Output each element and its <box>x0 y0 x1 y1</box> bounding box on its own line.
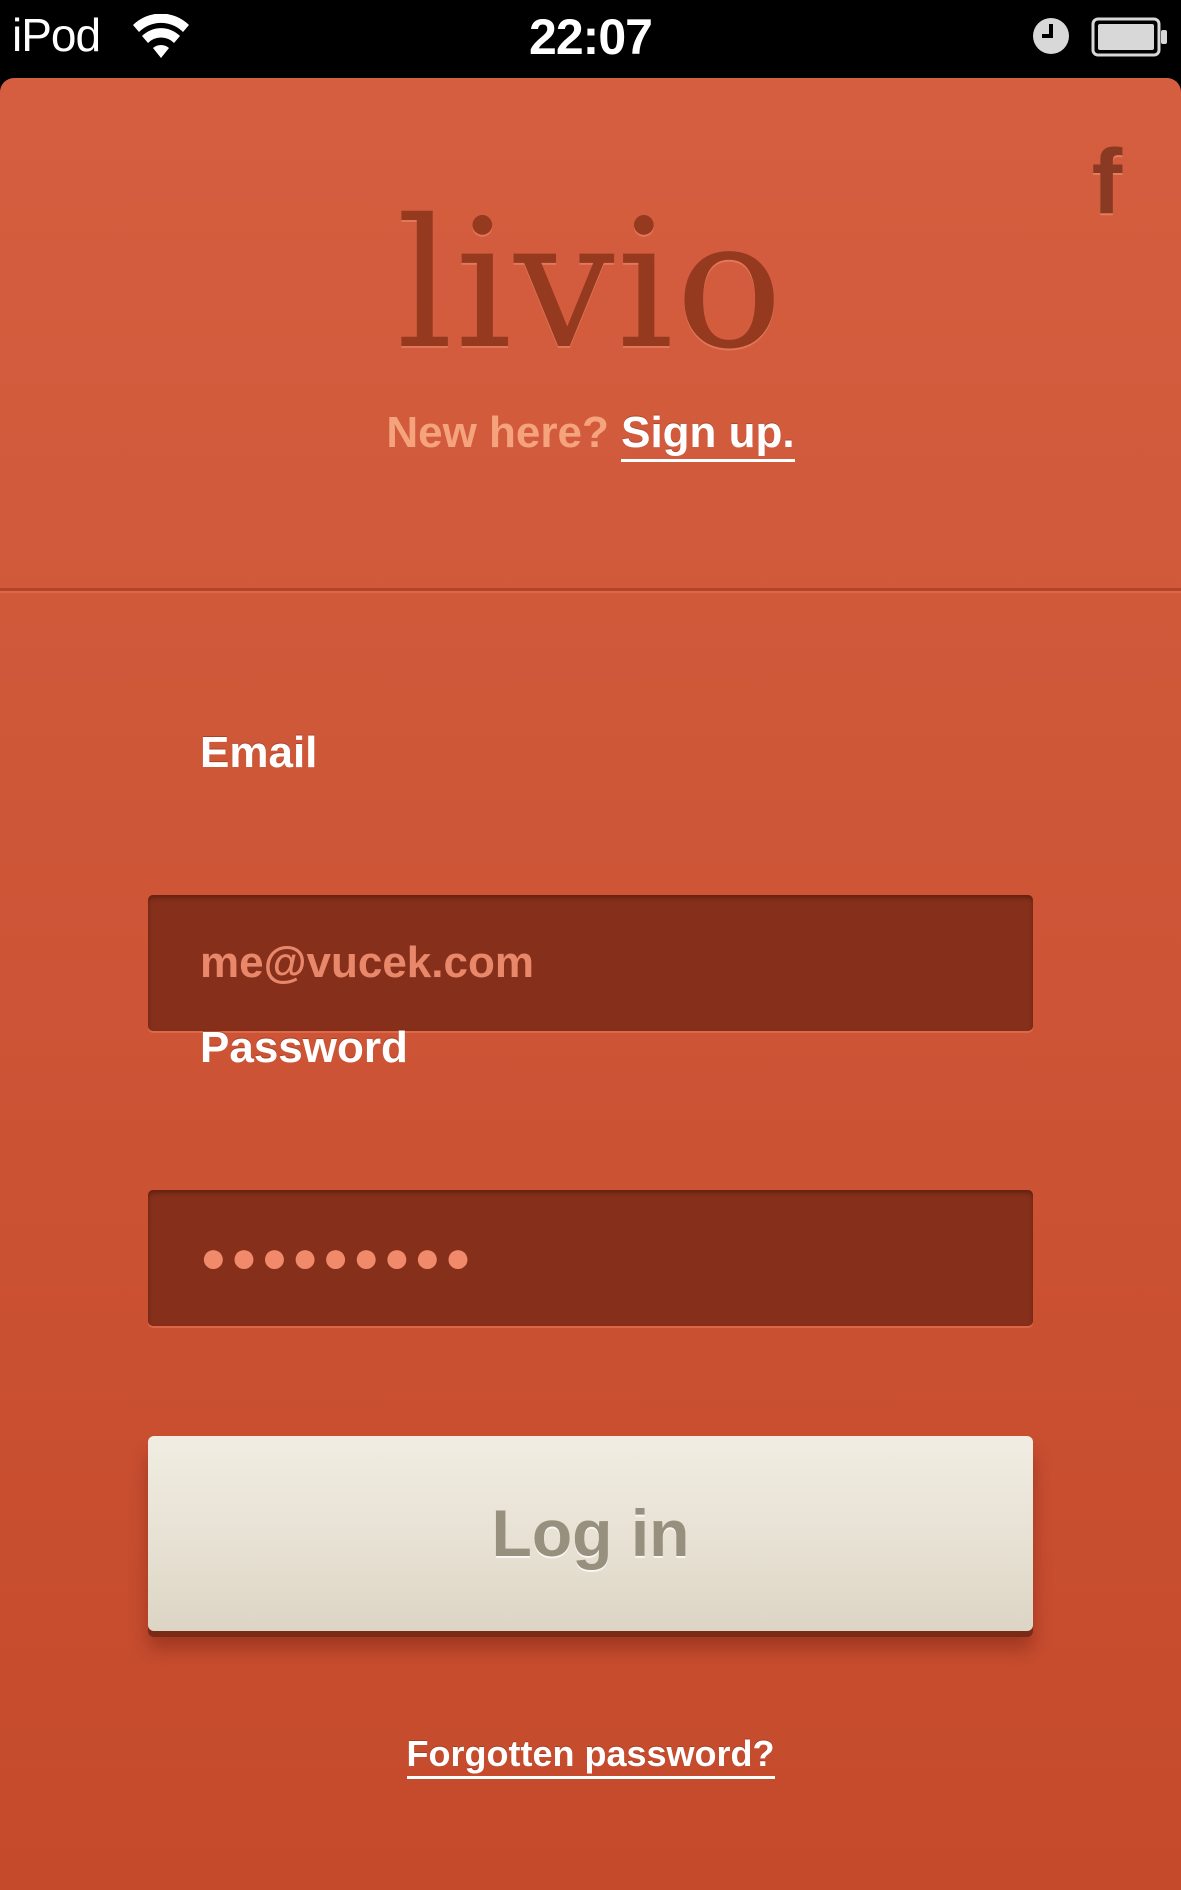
header-divider <box>0 588 1181 591</box>
forgot-password-line: Forgotten password? <box>0 1733 1181 1779</box>
app-logo: livio <box>396 181 785 388</box>
forgot-password-link[interactable]: Forgotten password? <box>406 1733 775 1779</box>
password-field[interactable]: ●●●●●●●●● <box>148 1190 1033 1326</box>
app-container: f livio New here? Sign up. Email me@vuce… <box>0 78 1181 1890</box>
login-screen: iPod 22:07 f livio New here? Sign up. Em… <box>0 0 1181 1890</box>
signup-prompt: New here? <box>386 408 609 457</box>
password-mask: ●●●●●●●●● <box>200 1233 476 1282</box>
signup-line: New here? Sign up. <box>0 408 1181 462</box>
battery-icon <box>1091 17 1167 57</box>
email-value: me@vucek.com <box>200 938 534 987</box>
email-label: Email <box>200 728 318 777</box>
alarm-icon <box>1033 18 1069 54</box>
status-bar: iPod 22:07 <box>0 0 1181 78</box>
status-time: 22:07 <box>529 9 653 65</box>
login-button[interactable]: Log in <box>148 1436 1033 1631</box>
password-label: Password <box>200 1023 408 1072</box>
email-field[interactable]: me@vucek.com <box>148 895 1033 1031</box>
signup-link[interactable]: Sign up. <box>621 408 795 462</box>
